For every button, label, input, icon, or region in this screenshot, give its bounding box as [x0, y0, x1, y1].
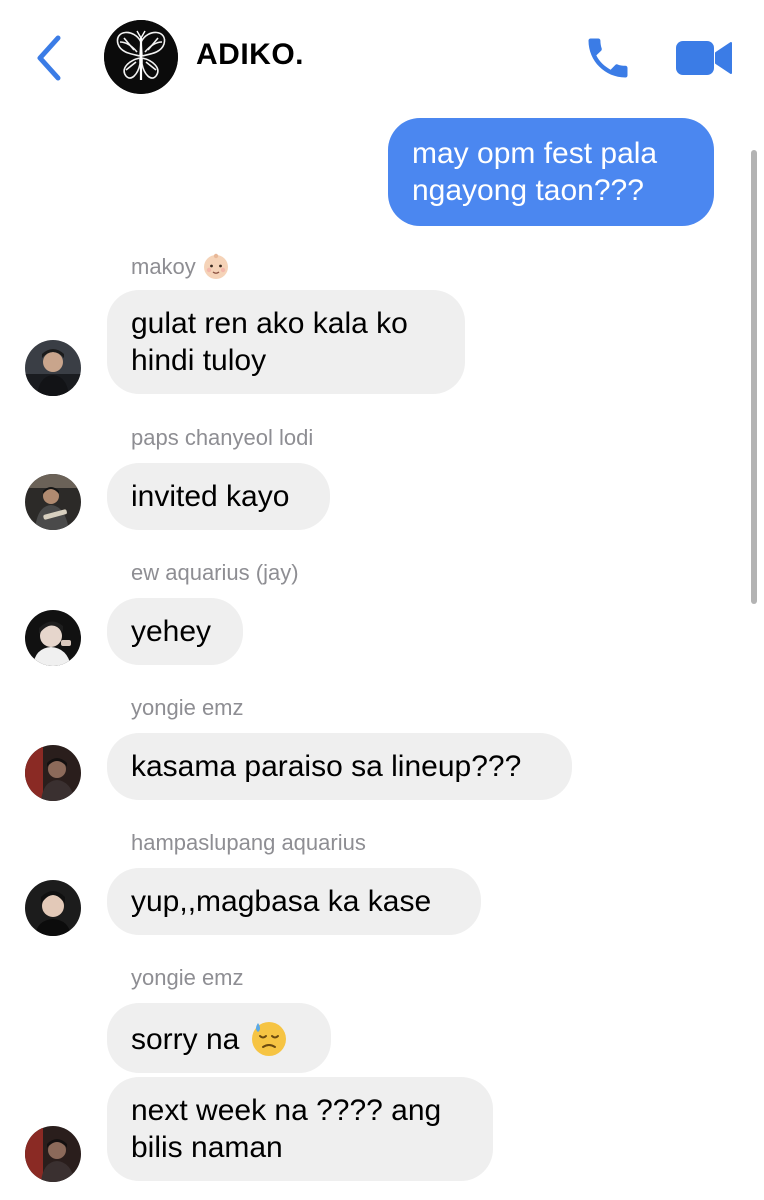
message-line: kasama paraiso sa lineup???	[131, 750, 522, 783]
avatar[interactable]	[25, 1126, 81, 1182]
outgoing-message-bubble[interactable]: may opm fest pala ngayong taon???	[388, 118, 714, 226]
chevron-left-icon	[37, 35, 61, 81]
message-line: gulat ren ako kala ko	[131, 307, 408, 340]
audio-call-button[interactable]	[582, 32, 634, 84]
message-line: sorry na	[131, 1023, 240, 1056]
video-call-button[interactable]	[674, 36, 734, 80]
video-camera-icon	[676, 41, 732, 75]
user-photo-icon	[25, 474, 81, 530]
chat-title[interactable]: ADIKO.	[196, 38, 304, 72]
sender-name: hampaslupang aquarius	[131, 830, 366, 855]
sender-name: yongie emz	[131, 965, 244, 990]
incoming-message-bubble[interactable]: gulat ren ako kala ko hindi tuloy	[107, 290, 465, 394]
sender-name: yongie emz	[131, 695, 244, 720]
message-line: hindi tuloy	[131, 344, 267, 377]
user-photo-icon	[25, 1126, 81, 1182]
incoming-message-bubble[interactable]: kasama paraiso sa lineup???	[107, 733, 572, 800]
phone-icon	[588, 38, 628, 78]
message-line: ngayong taon???	[412, 174, 644, 207]
group-avatar[interactable]	[104, 20, 178, 94]
downcast-face-with-sweat-emoji-icon	[249, 1018, 289, 1058]
user-photo-icon	[25, 610, 81, 666]
sender-name: ew aquarius (jay)	[131, 560, 299, 585]
incoming-message-bubble[interactable]: yup,,magbasa ka kase	[107, 868, 481, 935]
message-line: bilis naman	[131, 1131, 283, 1164]
incoming-message-bubble[interactable]: invited kayo	[107, 463, 330, 530]
avatar[interactable]	[25, 610, 81, 666]
message-line: yup,,magbasa ka kase	[131, 885, 432, 918]
avatar[interactable]	[25, 745, 81, 801]
avatar[interactable]	[25, 340, 81, 396]
message-line: invited kayo	[131, 480, 290, 513]
incoming-message-bubble[interactable]: yehey	[107, 598, 243, 665]
user-photo-icon	[25, 880, 81, 936]
sender-name: makoy	[131, 252, 230, 280]
incoming-message-bubble[interactable]: next week na ???? ang bilis naman	[107, 1077, 493, 1181]
user-photo-icon	[25, 745, 81, 801]
message-line: next week na ???? ang	[131, 1094, 442, 1127]
scrollbar[interactable]	[751, 150, 757, 604]
incoming-message-bubble[interactable]: sorry na	[107, 1003, 331, 1073]
chat-header: ADIKO.	[0, 0, 764, 110]
message-line: may opm fest pala	[412, 137, 658, 170]
avatar[interactable]	[25, 474, 81, 530]
butterfly-icon	[104, 20, 178, 94]
baby-face-emoji-icon	[202, 252, 230, 280]
avatar[interactable]	[25, 880, 81, 936]
message-line: yehey	[131, 615, 212, 648]
sender-name: paps chanyeol lodi	[131, 425, 314, 450]
user-photo-icon	[25, 340, 81, 396]
back-button[interactable]	[30, 32, 70, 84]
